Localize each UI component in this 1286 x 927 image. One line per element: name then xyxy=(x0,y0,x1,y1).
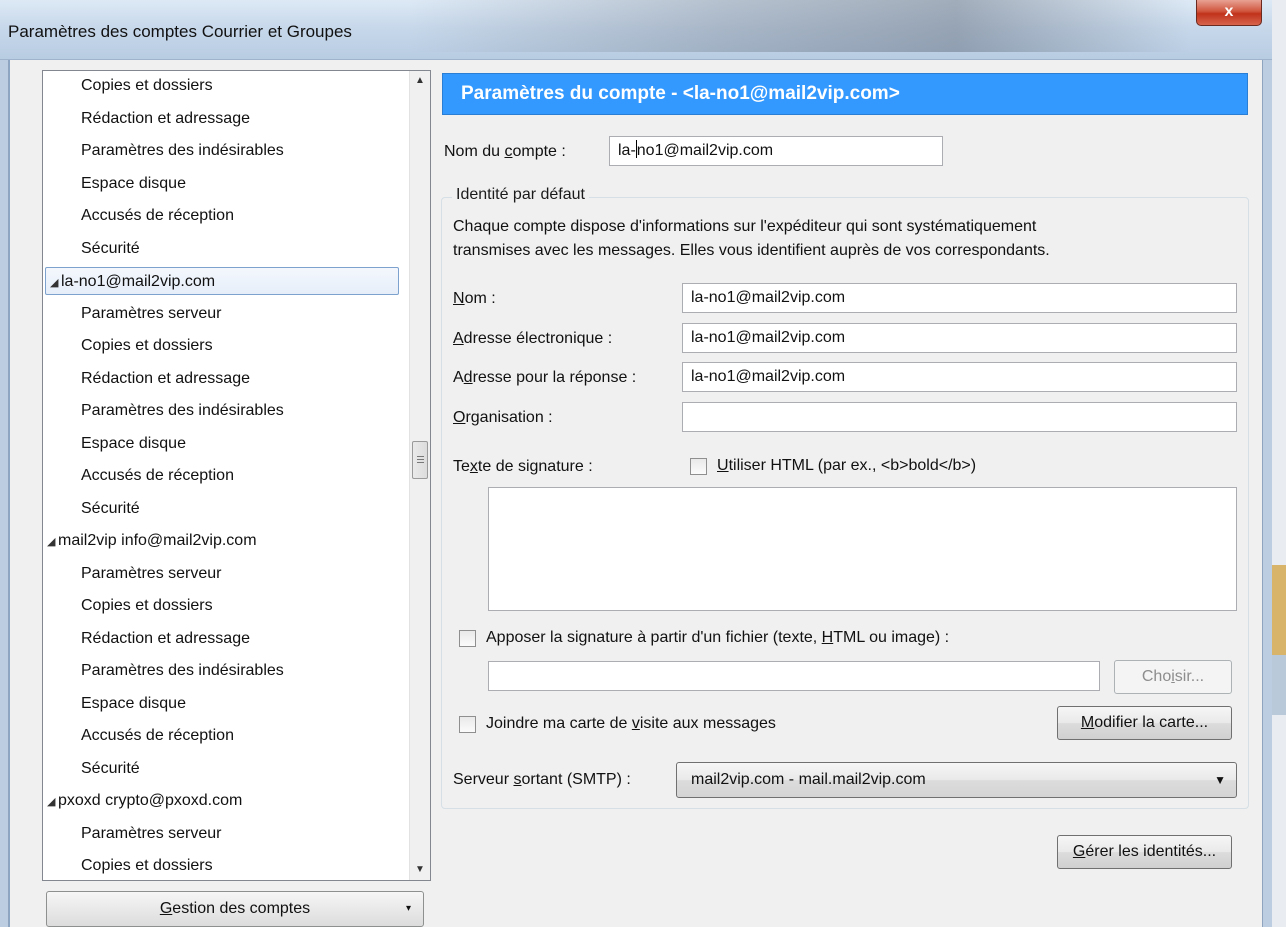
identity-description-line2: transmises avec les messages. Elles vous… xyxy=(453,242,1050,259)
tree-child-item[interactable]: Accusés de réception xyxy=(43,722,409,750)
tree-item-label: Paramètres des indésirables xyxy=(81,662,284,679)
tree-child-item[interactable]: Copies et dossiers xyxy=(43,332,409,360)
tree-item-label: Paramètres serveur xyxy=(81,824,222,842)
expand-triangle-icon[interactable]: ◢ xyxy=(47,788,57,816)
tree-item-label: Espace disque xyxy=(81,694,186,712)
tree-child-item[interactable]: Copies et dossiers xyxy=(43,72,409,100)
tree-child-item[interactable]: Paramètres des indésirables xyxy=(43,137,409,165)
manage-identities-button[interactable]: Gérer les identités... xyxy=(1057,835,1232,869)
tree-item-label: la-no1@mail2vip.com xyxy=(61,273,216,290)
tree-account-item[interactable]: ◢ mail2vip info@mail2vip.com xyxy=(43,527,409,555)
signature-file-path-field[interactable] xyxy=(488,661,1100,691)
tree-item-label: pxoxd crypto@pxoxd.com xyxy=(58,792,243,809)
tree-child-item[interactable]: Accusés de réception xyxy=(43,202,409,230)
dropdown-arrow-icon: ▾ xyxy=(405,903,411,914)
signature-text-label: Texte de signature : xyxy=(453,458,593,475)
tree-item-label: Rédaction et adressage xyxy=(81,109,250,127)
tree-child-item[interactable]: Paramètres des indésirables xyxy=(43,657,409,685)
tree-child-item[interactable]: Paramètres serveur xyxy=(43,300,409,328)
account-tree-list: Copies et dossiers Rédaction et adressage… xyxy=(43,71,409,880)
tree-child-item[interactable]: Rédaction et adressage xyxy=(43,365,409,393)
tree-account-item[interactable]: ◢ la-no1@mail2vip.com xyxy=(45,267,399,295)
desktop-behind-window xyxy=(1272,0,1286,927)
tree-child-item[interactable]: Sécurité xyxy=(43,235,409,263)
tree-child-item[interactable]: Sécurité xyxy=(43,495,409,523)
name-label: Nom : xyxy=(453,290,496,307)
tree-child-item[interactable]: Paramètres des indésirables xyxy=(43,397,409,425)
scroll-up-icon[interactable]: ▲ xyxy=(410,71,430,91)
tree-item-label: Sécurité xyxy=(81,499,140,517)
tree-item-label: Copies et dossiers xyxy=(81,857,213,874)
tree-item-label: Paramètres des indésirables xyxy=(81,142,284,159)
tree-child-item[interactable]: Paramètres serveur xyxy=(43,820,409,848)
organization-field[interactable] xyxy=(682,402,1237,432)
smtp-server-label: Serveur sortant (SMTP) : xyxy=(453,771,631,788)
signature-textarea[interactable] xyxy=(488,487,1237,611)
tree-child-item[interactable]: Paramètres serveur xyxy=(43,560,409,588)
tree-child-item[interactable]: Espace disque xyxy=(43,430,409,458)
tree-item-label: Copies et dossiers xyxy=(81,77,213,94)
tree-scrollbar[interactable]: ▲ ▼ xyxy=(409,71,430,880)
tree-child-item[interactable]: Rédaction et adressage xyxy=(43,105,409,133)
tree-item-label: Espace disque xyxy=(81,174,186,192)
email-field[interactable]: la-no1@mail2vip.com xyxy=(682,323,1237,353)
signature-from-file-checkbox[interactable] xyxy=(459,630,476,647)
tree-item-label: Accusés de réception xyxy=(81,467,234,484)
edit-card-button[interactable]: Modifier la carte... xyxy=(1057,706,1232,740)
tree-child-item[interactable]: Copies et dossiers xyxy=(43,592,409,620)
page-title: Paramètres du compte - <la-no1@mail2vip.… xyxy=(442,73,1248,115)
attach-vcard-checkbox[interactable] xyxy=(459,716,476,733)
reply-to-field[interactable]: la-no1@mail2vip.com xyxy=(682,362,1237,392)
scroll-thumb[interactable] xyxy=(412,441,428,479)
identity-description-line1: Chaque compte dispose d'informations sur… xyxy=(453,218,1037,235)
tree-account-item[interactable]: ◢ pxoxd crypto@pxoxd.com xyxy=(43,787,409,815)
default-identity-title: Identité par défaut xyxy=(452,186,589,204)
window-title: Paramètres des comptes Courrier et Group… xyxy=(8,22,352,41)
reply-to-label: Adresse pour la réponse : xyxy=(453,369,637,386)
signature-from-file-label[interactable]: Apposer la signature à partir d'un fichi… xyxy=(486,629,949,647)
tree-item-label: Accusés de réception xyxy=(81,207,234,224)
tree-item-label: Paramètres serveur xyxy=(81,564,222,582)
tree-item-label: Paramètres serveur xyxy=(81,304,222,322)
use-html-checkbox[interactable] xyxy=(690,458,707,475)
account-actions-button[interactable]: Gestion des comptes ▾ xyxy=(46,891,424,927)
tree-child-item[interactable]: Rédaction et adressage xyxy=(43,625,409,653)
tree-item-label: Copies et dossiers xyxy=(81,337,213,354)
chevron-down-icon: ▼ xyxy=(1214,773,1226,787)
email-label: Adresse électronique : xyxy=(453,330,613,347)
expand-triangle-icon[interactable]: ◢ xyxy=(47,528,57,556)
tree-child-item[interactable]: Accusés de réception xyxy=(43,462,409,490)
choose-file-button[interactable]: Choisir... xyxy=(1114,660,1232,694)
close-button[interactable]: x xyxy=(1196,0,1262,26)
tree-item-label: mail2vip info@mail2vip.com xyxy=(58,532,257,549)
tree-item-label: Accusés de réception xyxy=(81,727,234,744)
tree-item-label: Rédaction et adressage xyxy=(81,369,250,387)
title-bar-shading xyxy=(410,0,1190,52)
expand-triangle-icon[interactable]: ◢ xyxy=(50,269,60,297)
tree-child-item[interactable]: Espace disque xyxy=(43,170,409,198)
tree-item-label: Sécurité xyxy=(81,759,140,777)
tree-child-item[interactable]: Espace disque xyxy=(43,690,409,718)
account-name-field[interactable]: la-no1@mail2vip.com xyxy=(609,136,943,166)
smtp-server-select[interactable]: mail2vip.com - mail.mail2vip.com ▼ xyxy=(676,762,1237,798)
tree-item-label: Espace disque xyxy=(81,434,186,452)
title-bar[interactable]: Paramètres des comptes Courrier et Group… xyxy=(0,0,1272,60)
tree-item-label: Sécurité xyxy=(81,239,140,257)
close-icon: x xyxy=(1224,3,1234,20)
window-frame-right xyxy=(1262,60,1272,927)
tree-child-item[interactable]: Copies et dossiers xyxy=(43,852,409,880)
tree-item-label: Rédaction et adressage xyxy=(81,629,250,647)
use-html-label[interactable]: Utiliser HTML (par ex., <b>bold</b>) xyxy=(717,457,976,475)
window-frame-left xyxy=(0,60,9,927)
organization-label: Organisation : xyxy=(453,409,553,426)
name-field[interactable]: la-no1@mail2vip.com xyxy=(682,283,1237,313)
scroll-down-icon[interactable]: ▼ xyxy=(410,860,430,880)
tree-child-item[interactable]: Sécurité xyxy=(43,755,409,783)
tree-item-label: Copies et dossiers xyxy=(81,597,213,614)
attach-vcard-label[interactable]: Joindre ma carte de visite aux messages xyxy=(486,715,776,733)
tree-item-label: Paramètres des indésirables xyxy=(81,402,284,419)
dialog-client-area: Copies et dossiers Rédaction et adressage… xyxy=(10,60,1262,927)
account-name-label: Nom du compte : xyxy=(444,143,566,160)
account-tree[interactable]: Copies et dossiers Rédaction et adressage… xyxy=(42,70,431,881)
